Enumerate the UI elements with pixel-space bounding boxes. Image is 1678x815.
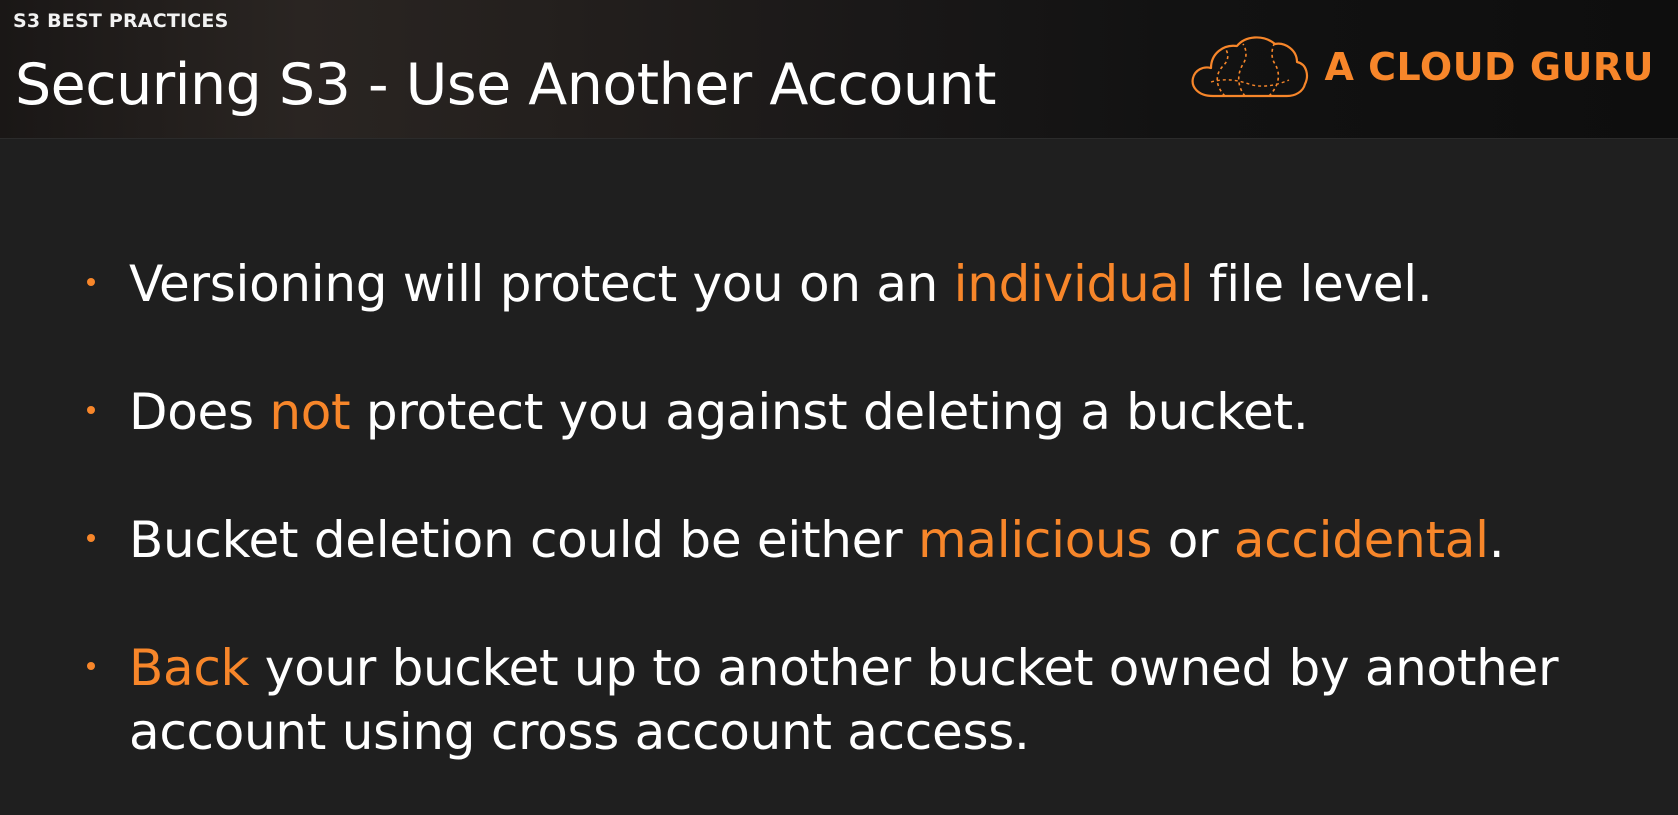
brand: A CLOUD GURU [1185, 30, 1654, 104]
bullet-dot-icon [87, 662, 95, 670]
highlight-text: malicious [917, 511, 1153, 569]
bullet-text: Versioning will protect you on an indivi… [129, 255, 1433, 313]
section-label: S3 BEST PRACTICES [13, 10, 229, 32]
bullet-item: Does not protect you against deleting a … [87, 380, 1627, 444]
highlight-text: individual [953, 255, 1194, 313]
bullet-dot-icon [87, 406, 95, 414]
bullet-item: Back your bucket up to another bucket ow… [87, 636, 1627, 764]
bullet-text: Bucket deletion could be either maliciou… [129, 511, 1505, 569]
slide-title: Securing S3 - Use Another Account [15, 52, 997, 118]
bullet-text: Does not protect you against deleting a … [129, 383, 1309, 441]
brand-name: A CLOUD GURU [1324, 45, 1654, 89]
bullet-item: Bucket deletion could be either maliciou… [87, 508, 1627, 572]
highlight-text: not [269, 383, 351, 441]
highlight-text: Back [129, 639, 250, 697]
slide: S3 BEST PRACTICES Securing S3 - Use Anot… [0, 0, 1678, 815]
highlight-text: accidental [1233, 511, 1489, 569]
cloud-logo-icon [1191, 36, 1308, 98]
bullet-dot-icon [87, 278, 95, 286]
bullet-text: Back your bucket up to another bucket ow… [129, 639, 1559, 761]
slide-header: S3 BEST PRACTICES Securing S3 - Use Anot… [0, 0, 1678, 139]
bullet-item: Versioning will protect you on an indivi… [87, 252, 1627, 316]
bullet-dot-icon [87, 534, 95, 542]
